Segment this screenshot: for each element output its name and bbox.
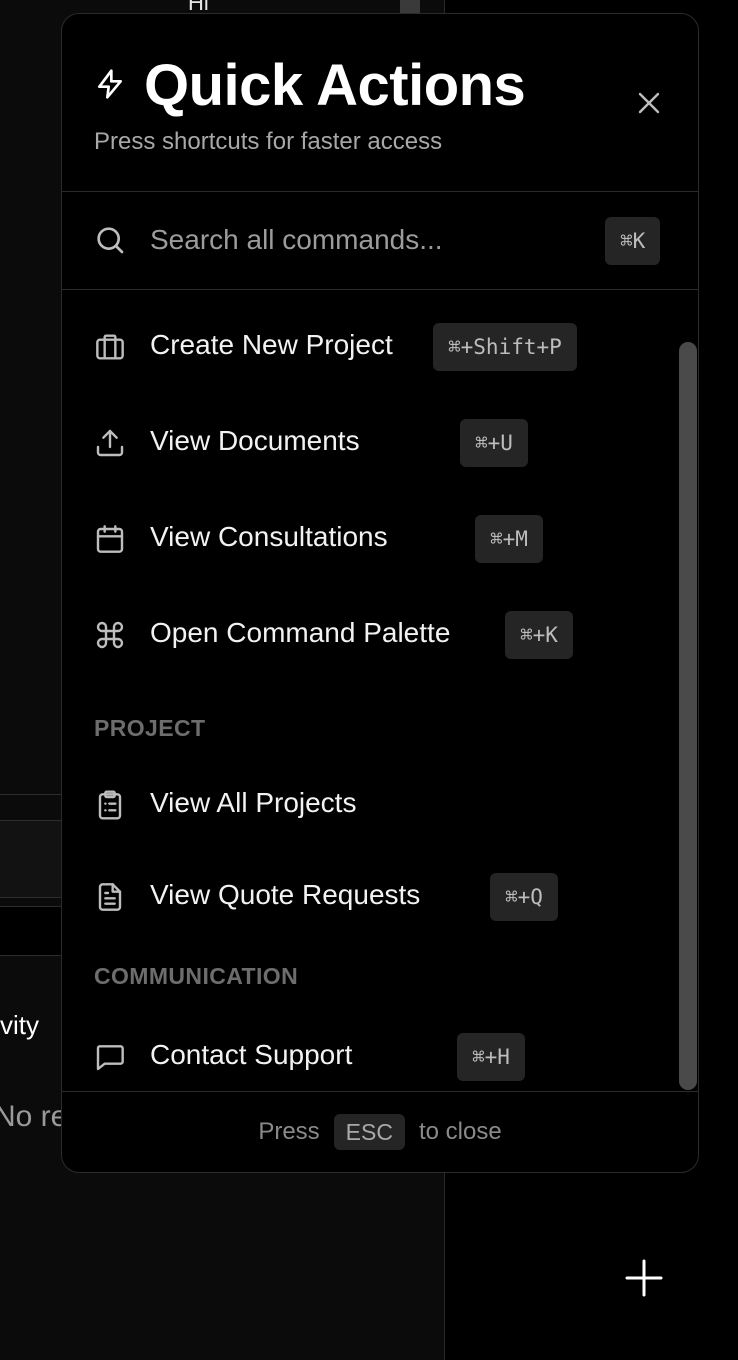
command-label: View Documents [150, 425, 360, 456]
scrollbar-thumb[interactable] [679, 342, 697, 1090]
close-icon [638, 92, 660, 114]
add-button[interactable] [624, 1258, 664, 1298]
panel-subtitle: Press shortcuts for faster access [94, 128, 443, 155]
shortcut-badge: ⌘+Shift+P [433, 323, 577, 371]
footer-press-text: Press [258, 1118, 320, 1145]
command-contact-support[interactable]: Contact Support ⌘+H [62, 1017, 678, 1091]
command-view-quote-requests[interactable]: View Quote Requests ⌘+Q [62, 857, 678, 937]
shortcut-badge: ⌘+M [475, 515, 543, 563]
background-scroll-nub [400, 0, 420, 14]
background-divider-line [0, 794, 70, 795]
background-strip [0, 906, 70, 956]
shortcut-badge: ⌘+U [460, 419, 528, 467]
calendar-icon [96, 525, 124, 553]
command-label: Contact Support [150, 1039, 353, 1070]
clipboard-icon [98, 790, 122, 820]
close-button[interactable] [634, 88, 664, 118]
briefcase-icon [96, 334, 124, 360]
background-activity-heading: vity [0, 1010, 39, 1040]
shortcut-badge: ⌘+K [505, 611, 573, 659]
command-view-all-projects[interactable]: View All Projects [62, 765, 678, 845]
panel-header: Quick Actions Press shortcuts for faster… [62, 14, 698, 192]
command-label: Create New Project [150, 329, 393, 360]
upload-icon [96, 429, 124, 457]
command-label: View Consultations [150, 521, 388, 552]
command-view-consultations[interactable]: View Consultations ⌘+M [62, 499, 678, 579]
section-title-communication: COMMUNICATION [94, 963, 299, 989]
background-card [0, 820, 70, 898]
file-text-icon [98, 883, 122, 911]
panel-footer: Press ESC to close [62, 1091, 698, 1172]
command-view-documents[interactable]: View Documents ⌘+U [62, 403, 678, 483]
shortcut-badge: ⌘+Q [490, 873, 558, 921]
search-icon [97, 227, 124, 254]
bolt-icon [98, 69, 122, 99]
command-list: Create New Project ⌘+Shift+P View Docume… [62, 291, 678, 1091]
panel-title: Quick Actions [144, 53, 526, 118]
footer-close-text: to close [418, 1118, 502, 1145]
search-input[interactable] [150, 218, 590, 262]
command-label: Open Command Palette [150, 617, 451, 648]
command-open-command-palette[interactable]: Open Command Palette ⌘+K [62, 595, 678, 675]
quick-actions-panel: Quick Actions Press shortcuts for faster… [61, 13, 699, 1173]
section-title-project: PROJECT [94, 715, 206, 741]
search-shortcut-badge: ⌘K [605, 217, 661, 265]
message-square-icon [96, 1045, 124, 1071]
command-create-new-project[interactable]: Create New Project ⌘+Shift+P [62, 307, 678, 387]
esc-key-badge: ESC [333, 1114, 405, 1150]
shortcut-badge: ⌘+H [457, 1033, 525, 1081]
command-label: View All Projects [150, 787, 357, 818]
background-empty-text: No re [0, 1100, 68, 1133]
command-icon [96, 621, 124, 649]
search-bar: ⌘K [62, 192, 698, 290]
command-label: View Quote Requests [150, 879, 421, 910]
plus-icon [625, 1259, 663, 1297]
